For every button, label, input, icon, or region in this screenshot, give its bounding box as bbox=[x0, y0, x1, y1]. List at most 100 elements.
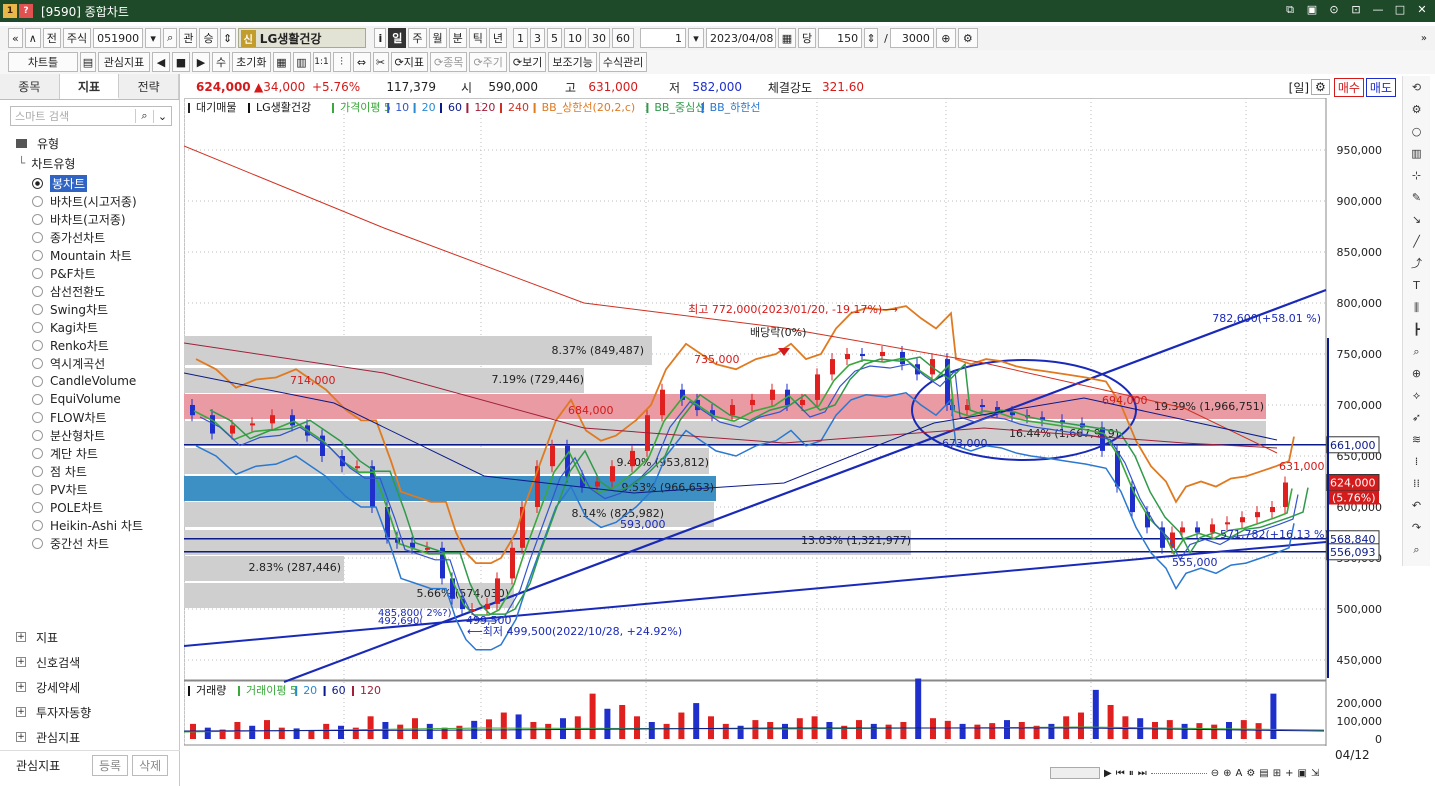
stock-code-input[interactable]: 051900 bbox=[93, 28, 144, 48]
cycle-button[interactable]: ⟳ 주기 bbox=[469, 52, 507, 72]
cross-tool-icon[interactable]: ⊹ bbox=[1405, 166, 1429, 186]
interest-indicator-button[interactable]: 관심지표 bbox=[98, 52, 150, 72]
price-chart-svg[interactable]: 950,000 900,000 850,000 800,000 750,000 700,0… bbox=[184, 98, 1398, 746]
fib-tool-icon[interactable]: ⫼ bbox=[1405, 298, 1429, 318]
split-icon[interactable]: ⊞ bbox=[1273, 768, 1281, 779]
fit-icon[interactable]: ⇲ bbox=[1311, 768, 1319, 779]
radio-icon[interactable] bbox=[32, 483, 43, 495]
candle-tool-icon[interactable]: ┣ bbox=[1405, 320, 1429, 340]
parallel-icon[interactable]: ⁞ bbox=[1405, 452, 1429, 472]
count-input[interactable]: 150 bbox=[818, 28, 863, 48]
min-60[interactable]: 60 bbox=[612, 28, 634, 48]
expand-icon[interactable]: » bbox=[1421, 33, 1427, 44]
search-icon[interactable]: ⌕ bbox=[163, 28, 178, 48]
chart-type-option[interactable]: Mountain 차트 bbox=[32, 246, 132, 264]
radio-icon[interactable] bbox=[32, 447, 43, 459]
radio-icon[interactable] bbox=[32, 501, 43, 513]
maximize-button[interactable]: □ bbox=[1393, 3, 1407, 17]
chart-type-option[interactable]: 바차트(시고저종) bbox=[32, 192, 137, 210]
options-icon[interactable]: ⚙ bbox=[1246, 768, 1255, 779]
radio-icon[interactable] bbox=[32, 285, 43, 297]
chart-type-option[interactable]: FLOW차트 bbox=[32, 408, 107, 426]
dang-button[interactable]: 당 bbox=[798, 28, 817, 48]
zoom-in-icon[interactable]: ⊕ bbox=[1405, 364, 1429, 384]
onebyone-icon[interactable]: 1:1 bbox=[312, 52, 331, 72]
scroll-up-button[interactable]: ∧ bbox=[24, 28, 41, 48]
bar-chart-icon[interactable]: ▥ bbox=[1405, 144, 1429, 164]
radio-icon[interactable] bbox=[32, 465, 43, 477]
ray-tool-icon[interactable]: ↘ bbox=[1405, 210, 1429, 230]
period-tick[interactable]: 틱 bbox=[468, 28, 487, 48]
chart-type-option[interactable]: CandleVolume bbox=[32, 372, 136, 390]
last-page-icon[interactable]: ⏭ bbox=[1138, 768, 1147, 779]
search-icon[interactable]: ⌕ bbox=[135, 109, 153, 123]
chevron-down-icon[interactable]: ⌄ bbox=[153, 109, 171, 123]
chart-type-option[interactable]: 바차트(고저종) bbox=[32, 210, 126, 228]
min-5[interactable]: 5 bbox=[547, 28, 562, 48]
min-1[interactable]: 1 bbox=[513, 28, 528, 48]
step-dropdown-icon[interactable]: ▾ bbox=[688, 28, 704, 48]
tab-strategy[interactable]: 전략 bbox=[119, 74, 180, 99]
chart-type-option[interactable]: 계단 차트 bbox=[32, 444, 98, 462]
chart-type-option[interactable]: POLE차트 bbox=[32, 498, 103, 516]
group-item[interactable]: + 관심지표 bbox=[16, 726, 80, 748]
radio-icon[interactable] bbox=[32, 177, 43, 189]
layout-icon[interactable]: ▤ bbox=[1259, 768, 1268, 779]
buy-button[interactable]: 매수 bbox=[1333, 77, 1364, 97]
sell-button[interactable]: 매도 bbox=[1365, 77, 1396, 97]
sort-button[interactable]: 승 bbox=[199, 28, 218, 48]
group-item[interactable]: + 투자자동향 bbox=[16, 701, 91, 723]
grid-icon[interactable]: ▦ bbox=[272, 52, 291, 72]
radio-icon[interactable] bbox=[32, 321, 43, 333]
line-tool-icon[interactable]: ╱ bbox=[1405, 232, 1429, 252]
radio-icon[interactable] bbox=[32, 249, 43, 261]
tree-category[interactable]: 유형 bbox=[0, 132, 180, 154]
horizontal-scrollbar[interactable] bbox=[1050, 767, 1100, 779]
radio-icon[interactable] bbox=[32, 411, 43, 423]
print-icon[interactable]: ⊡ bbox=[1349, 3, 1363, 17]
zoom-in-icon[interactable]: ⊕ bbox=[1223, 768, 1231, 779]
first-page-icon[interactable]: ⏮ bbox=[1116, 768, 1125, 779]
chart-type-option[interactable]: 종가선차트 bbox=[32, 228, 105, 246]
gear-icon[interactable]: ⚙ bbox=[1405, 100, 1429, 120]
help-badge[interactable]: ? bbox=[19, 4, 33, 18]
date-input[interactable]: 2023/04/08 bbox=[706, 28, 776, 48]
text-tool-icon[interactable]: T bbox=[1405, 276, 1429, 296]
radio-icon[interactable] bbox=[32, 375, 43, 387]
group-item[interactable]: + 강세약세 bbox=[16, 676, 80, 698]
stop-icon[interactable]: ■ bbox=[172, 52, 190, 72]
chart-type-option[interactable]: 중간선 차트 bbox=[32, 534, 109, 552]
chart-type-option[interactable]: 점 차트 bbox=[32, 462, 87, 480]
chart-type-option[interactable]: Swing차트 bbox=[32, 300, 108, 318]
scissors-icon[interactable]: ✂ bbox=[372, 52, 389, 72]
expand-icon[interactable]: + bbox=[16, 632, 26, 642]
link-window-icon[interactable]: ⧉ bbox=[1283, 3, 1297, 17]
chart-type-option[interactable]: P&F차트 bbox=[32, 264, 96, 282]
first-button[interactable]: « bbox=[8, 28, 23, 48]
radio-icon[interactable] bbox=[32, 339, 43, 351]
chart-type-option[interactable]: EquiVolume bbox=[32, 390, 121, 408]
chart-area[interactable]: 950,000 900,000 850,000 800,000 750,000 700,0… bbox=[184, 98, 1398, 746]
reset-button[interactable]: 초기화 bbox=[232, 52, 271, 72]
chart-type-option[interactable]: PV차트 bbox=[32, 480, 88, 498]
radio-icon[interactable] bbox=[32, 195, 43, 207]
zoom-icon[interactable]: ⊕ bbox=[935, 28, 956, 48]
auto-line-icon[interactable]: ⤴ bbox=[1405, 254, 1429, 274]
tab-stock[interactable]: 종목 bbox=[0, 74, 60, 99]
radio-icon[interactable] bbox=[32, 537, 43, 549]
search-zoom-icon[interactable]: ⌕ bbox=[1405, 540, 1429, 560]
related-button[interactable]: 관 bbox=[179, 28, 198, 48]
radio-icon[interactable] bbox=[32, 357, 43, 369]
chart-settings-icon[interactable]: ⚙ bbox=[1311, 79, 1330, 95]
window-badge[interactable]: 1 bbox=[3, 4, 17, 18]
min-3[interactable]: 3 bbox=[530, 28, 545, 48]
radio-icon[interactable] bbox=[32, 267, 43, 279]
group-item[interactable]: + 지표 bbox=[16, 626, 58, 648]
play-prev-icon[interactable]: ◀ bbox=[152, 52, 170, 72]
chart-type-option[interactable]: 역시계곡선 bbox=[32, 354, 105, 372]
aux-button[interactable]: 보조기능 bbox=[548, 52, 597, 72]
window-icon[interactable]: ▣ bbox=[1298, 768, 1307, 779]
chart-type-option[interactable]: 분산형차트 bbox=[32, 426, 105, 444]
arrow-tool-icon[interactable]: ➶ bbox=[1405, 408, 1429, 428]
grid-lines-icon[interactable]: ⁞⁞ bbox=[1405, 474, 1429, 494]
